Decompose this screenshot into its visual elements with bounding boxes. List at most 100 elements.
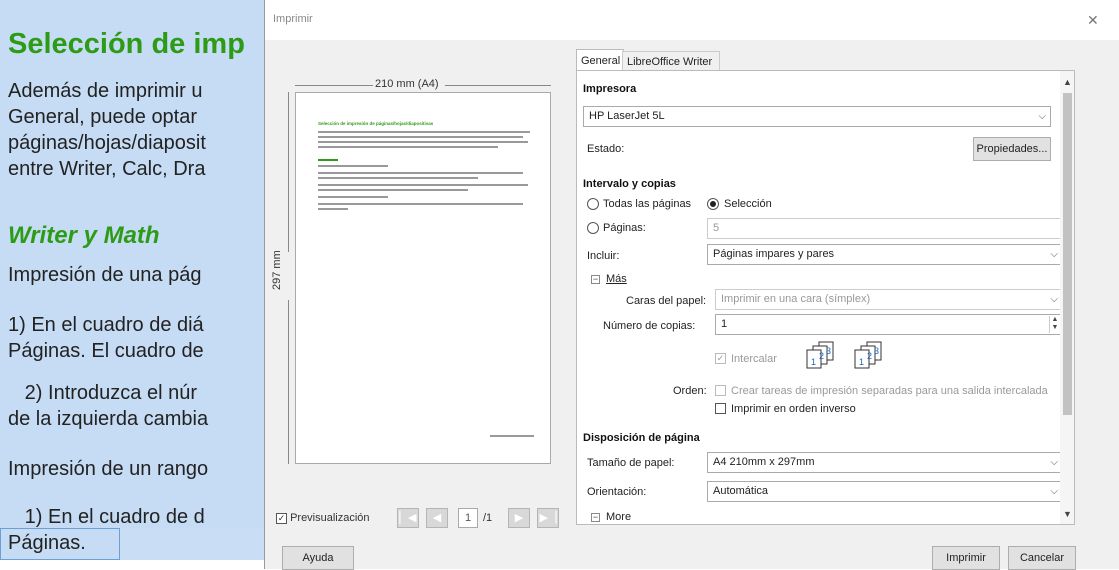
more-expander[interactable]: Más <box>606 273 627 285</box>
chevron-up-icon[interactable]: ▲ <box>1063 77 1072 87</box>
collate-checkbox[interactable]: ✓ <box>715 353 726 364</box>
spinner-icon[interactable]: ▲ ▼ <box>1049 316 1060 333</box>
sides-select-value: Imprimir en una cara (símplex) <box>721 293 871 305</box>
copies-label: Número de copias: <box>603 320 696 332</box>
preview-text-line <box>318 208 348 210</box>
separate-jobs-checkbox[interactable] <box>715 385 726 396</box>
general-tab-panel: Impresora HP LaserJet 5L ⌵ Estado: Propi… <box>576 70 1075 525</box>
chevron-down-icon: ⌵ <box>1038 111 1046 122</box>
height-dimension-line <box>288 92 289 252</box>
reverse-order-checkbox[interactable] <box>715 403 726 414</box>
width-dimension-line <box>295 85 373 86</box>
close-icon[interactable]: ✕ <box>1087 12 1099 29</box>
orientation-value: Automática <box>713 485 769 497</box>
height-dimension-line <box>288 300 289 464</box>
preview-toggle[interactable]: ✓ Previsualización <box>276 512 370 524</box>
preview-text-line <box>318 196 388 198</box>
page-preview: Selección de impresión de páginas/hojas/… <box>295 92 551 464</box>
collapse-icon[interactable]: − <box>591 275 600 284</box>
preview-text-line <box>318 131 530 133</box>
doc-line: Además de imprimir u <box>8 80 203 102</box>
order-label: Orden: <box>673 385 707 397</box>
doc-line: Páginas. El cuadro de <box>8 340 204 362</box>
svg-text:2: 2 <box>819 351 824 361</box>
dialog-titlebar: Imprimir ✕ <box>265 0 1119 40</box>
tab-general[interactable]: General <box>576 49 624 71</box>
printer-select[interactable]: HP LaserJet 5L ⌵ <box>583 106 1051 127</box>
layout-more-expander[interactable]: More <box>606 511 631 523</box>
doc-line: Impresión de un rango <box>8 458 209 480</box>
document-subheading: Writer y Math <box>8 222 160 249</box>
svg-text:1: 1 <box>859 357 864 367</box>
paper-size-select[interactable]: A4 210mm x 297mm ⌵ <box>707 452 1063 473</box>
all-pages-radio[interactable] <box>587 198 599 210</box>
sides-label: Caras del papel: <box>626 295 707 307</box>
printer-section-title: Impresora <box>583 83 637 95</box>
preview-subheading <box>318 159 338 161</box>
pages-label[interactable]: Páginas: <box>603 222 646 234</box>
collapse-icon[interactable]: − <box>591 513 600 522</box>
chevron-down-icon: ⌵ <box>1050 457 1058 468</box>
include-select[interactable]: Páginas impares y pares ⌵ <box>707 244 1063 265</box>
next-page-icon[interactable]: ▶ <box>508 508 530 528</box>
preview-width-label: 210 mm (A4) <box>375 78 439 90</box>
print-dialog: Imprimir ✕ 210 mm (A4) 297 mm Selección … <box>264 0 1119 570</box>
preview-page-title: Selección de impresión de páginas/hojas/… <box>318 121 434 126</box>
scrollbar-thumb[interactable] <box>1063 93 1072 415</box>
preview-text-line <box>318 189 468 191</box>
preview-text-line <box>318 141 528 143</box>
include-label: Incluir: <box>587 250 620 262</box>
preview-text-line <box>318 172 523 174</box>
paper-size-value: A4 210mm x 297mm <box>713 456 815 468</box>
preview-checkbox[interactable]: ✓ <box>276 512 287 524</box>
doc-line: Impresión de una pág <box>8 264 202 286</box>
orientation-label: Orientación: <box>587 486 647 498</box>
svg-text:2: 2 <box>867 351 872 361</box>
doc-line: entre Writer, Calc, Dra <box>8 158 206 180</box>
reverse-order-label[interactable]: Imprimir en orden inverso <box>731 403 856 415</box>
selection-radio[interactable] <box>707 198 719 210</box>
pages-radio[interactable] <box>587 222 599 234</box>
last-page-icon[interactable]: ▶▕ <box>537 508 559 528</box>
layout-section-title: Disposición de página <box>583 432 700 444</box>
doc-line: Páginas. <box>8 532 86 554</box>
panel-scrollbar[interactable]: ▲ ▼ <box>1060 71 1074 524</box>
all-pages-label[interactable]: Todas las páginas <box>603 198 691 210</box>
collate-label[interactable]: Intercalar <box>731 353 777 365</box>
properties-button[interactable]: Propiedades... <box>973 137 1051 161</box>
cancel-button[interactable]: Cancelar <box>1008 546 1076 570</box>
separate-jobs-label[interactable]: Crear tareas de impresión separadas para… <box>731 385 1048 397</box>
preview-text-line <box>318 136 523 138</box>
selection-label[interactable]: Selección <box>724 198 772 210</box>
include-select-value: Páginas impares y pares <box>713 248 835 260</box>
chevron-down-icon: ⌵ <box>1050 486 1058 497</box>
chevron-down-icon: ⌵ <box>1050 294 1058 305</box>
copies-input[interactable]: 1 ▲ ▼ <box>715 314 1063 335</box>
print-button[interactable]: Imprimir <box>932 546 1000 570</box>
sides-select[interactable]: Imprimir en una cara (símplex) ⌵ <box>715 289 1063 310</box>
doc-line: 1) En el cuadro de d <box>8 506 205 528</box>
prev-page-icon[interactable]: ◀ <box>426 508 448 528</box>
doc-line: General, puede optar <box>8 106 198 128</box>
page-total: /1 <box>483 512 493 524</box>
preview-text-line <box>318 177 478 179</box>
collate-pages-icon: 1 2 3 <box>806 341 834 369</box>
page-number-input[interactable]: 1 <box>458 508 478 528</box>
help-button[interactable]: Ayuda <box>282 546 354 570</box>
chevron-down-icon[interactable]: ▼ <box>1063 509 1072 519</box>
doc-line: 1) En el cuadro de diá <box>8 314 204 336</box>
svg-text:3: 3 <box>826 346 831 356</box>
preview-footer <box>490 435 534 437</box>
document-heading: Selección de imp <box>8 28 245 60</box>
pages-input[interactable]: 5 <box>707 218 1063 239</box>
first-page-icon[interactable]: ▏◀ <box>397 508 419 528</box>
tab-libreoffice-writer[interactable]: LibreOffice Writer <box>622 51 720 71</box>
dialog-title: Imprimir <box>273 13 313 25</box>
printer-select-value: HP LaserJet 5L <box>589 110 665 122</box>
preview-text-line <box>318 184 528 186</box>
preview-height-label: 297 mm <box>271 250 283 290</box>
collate-pages-icon: 1 2 3 <box>854 341 882 369</box>
status-label: Estado: <box>587 143 625 155</box>
orientation-select[interactable]: Automática ⌵ <box>707 481 1063 502</box>
preview-text-line <box>318 146 498 148</box>
